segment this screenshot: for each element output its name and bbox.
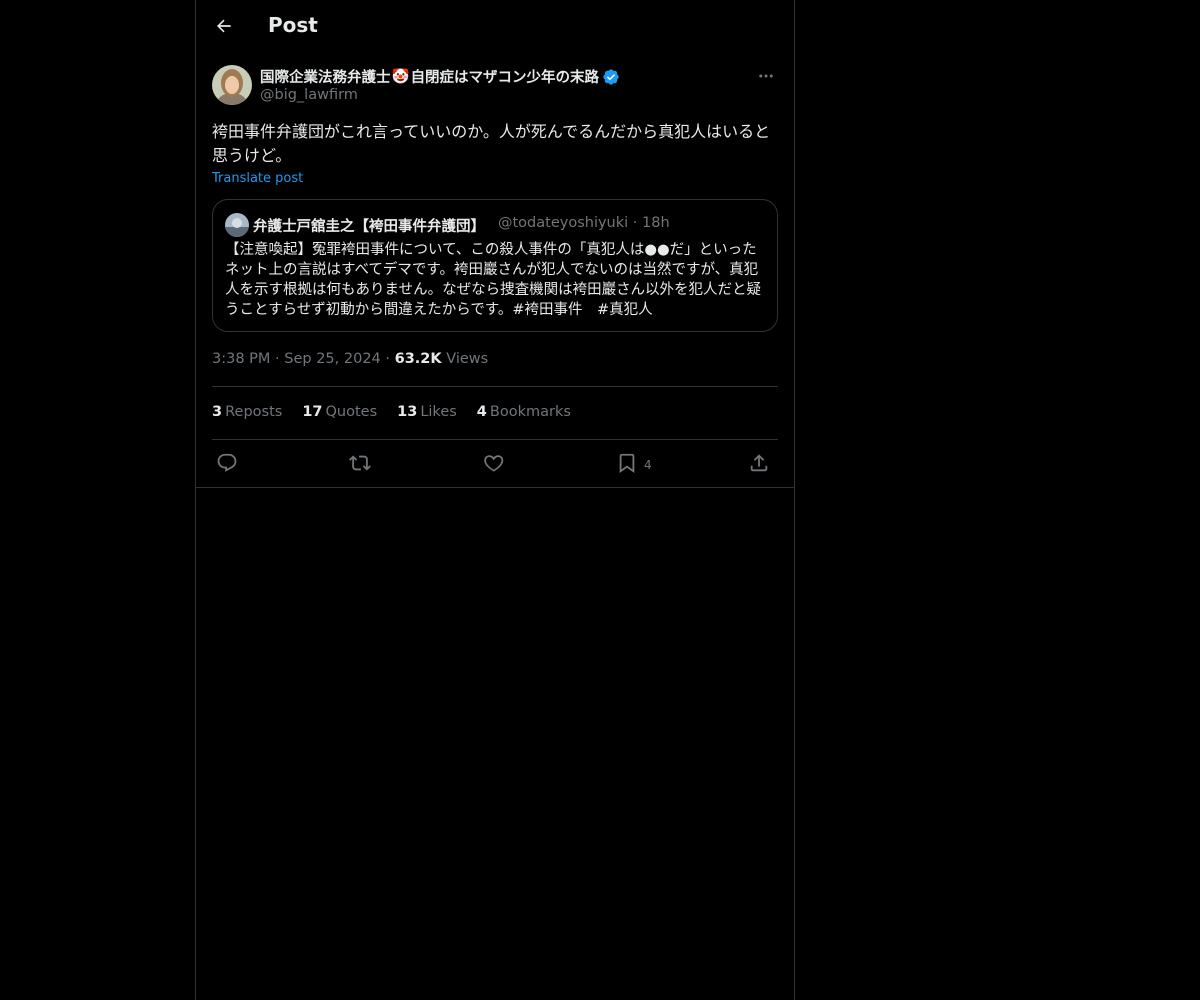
- bookmarks-stat[interactable]: 4 Bookmarks: [477, 404, 571, 420]
- reply-button[interactable]: [216, 450, 238, 476]
- engagement-stats: 3 Reposts 17 Quotes 13 Likes 4 Bookmarks: [212, 404, 571, 420]
- post-metadata: 3:38 PM · Sep 25, 2024 · 63.2K Views: [212, 351, 488, 367]
- meta-separator: ·: [275, 351, 280, 367]
- quoted-author-avatar: [225, 213, 249, 237]
- reposts-count: 3: [212, 404, 223, 420]
- quoted-author-name: 弁護士戸舘圭之【袴田事件弁護団】: [253, 219, 485, 235]
- bookmark-count: 4: [644, 458, 652, 472]
- back-button[interactable]: [210, 12, 238, 40]
- post-date[interactable]: Sep 25, 2024: [284, 351, 381, 367]
- more-options-button[interactable]: [754, 64, 778, 88]
- views-count: 63.2K: [394, 351, 442, 367]
- reposts-stat[interactable]: 3 Reposts: [212, 404, 282, 420]
- back-arrow-icon: [217, 19, 231, 33]
- post-text: 袴田事件弁護団がこれ言っていいのか。人が死んでるんだから真犯人はいると思うけど。: [212, 122, 771, 165]
- action-bar: 4: [212, 450, 778, 476]
- heart-icon: [484, 455, 504, 472]
- reposts-label: Reposts: [225, 404, 283, 420]
- post-author: 国際企業法務弁護士 🤡 自閉症はマザコン少年の末路 @big_lawfirm: [212, 64, 778, 108]
- author-name-text: 国際企業法務弁護士: [260, 70, 391, 86]
- top-bar: Post: [196, 0, 794, 53]
- repost-icon: [349, 455, 371, 471]
- reply-icon: [217, 453, 237, 472]
- primary-column: Post 国際企業法務弁護士 🤡 自閉症はマザコン少年の末路 @big_lawf…: [195, 0, 795, 1000]
- divider: [212, 386, 778, 387]
- divider: [196, 487, 794, 488]
- likes-count: 13: [397, 404, 418, 420]
- author-handle[interactable]: @big_lawfirm: [260, 87, 358, 103]
- likes-stat[interactable]: 13 Likes: [397, 404, 457, 420]
- likes-label: Likes: [420, 404, 457, 420]
- quoted-author-handle: @todateyoshiyuki: [498, 215, 629, 231]
- quotes-label: Quotes: [325, 404, 378, 420]
- verified-badge-icon: [603, 68, 619, 85]
- meta-separator: ·: [385, 351, 390, 367]
- views-label: Views: [446, 351, 489, 367]
- bookmarks-label: Bookmarks: [489, 404, 571, 420]
- meta-separator: ·: [632, 215, 638, 231]
- repost-button[interactable]: [349, 450, 371, 476]
- page-title: Post: [268, 13, 318, 37]
- translate-post-link[interactable]: Translate post: [212, 171, 303, 186]
- quotes-count: 17: [302, 404, 323, 420]
- bookmarks-count: 4: [476, 404, 487, 420]
- bookmark-button[interactable]: 4: [616, 450, 652, 476]
- share-icon: [750, 454, 768, 472]
- quoted-post-text: 【注意喚起】冤罪袴田事件について、この殺人事件の「真犯人は●●だ」といったネット…: [225, 242, 762, 318]
- quotes-stat[interactable]: 17 Quotes: [302, 404, 377, 420]
- author-display-name[interactable]: 国際企業法務弁護士 🤡 自閉症はマザコン少年の末路: [260, 66, 620, 87]
- share-button[interactable]: [748, 450, 770, 476]
- quoted-post[interactable]: 弁護士戸舘圭之【袴田事件弁護団】 @todateyoshiyuki · 18h …: [212, 199, 778, 332]
- divider: [212, 439, 778, 440]
- more-dots-icon: [759, 74, 773, 78]
- like-button[interactable]: [483, 450, 505, 476]
- bookmark-icon: [619, 453, 635, 474]
- clown-emoji: 🤡: [391, 69, 410, 85]
- quoted-author-meta: @todateyoshiyuki · 18h: [498, 215, 670, 231]
- author-name-suffix: 自閉症はマザコン少年の末路: [410, 70, 600, 86]
- author-avatar[interactable]: [212, 65, 252, 105]
- quoted-post-age: 18h: [642, 215, 670, 231]
- post-time[interactable]: 3:38 PM: [212, 351, 270, 367]
